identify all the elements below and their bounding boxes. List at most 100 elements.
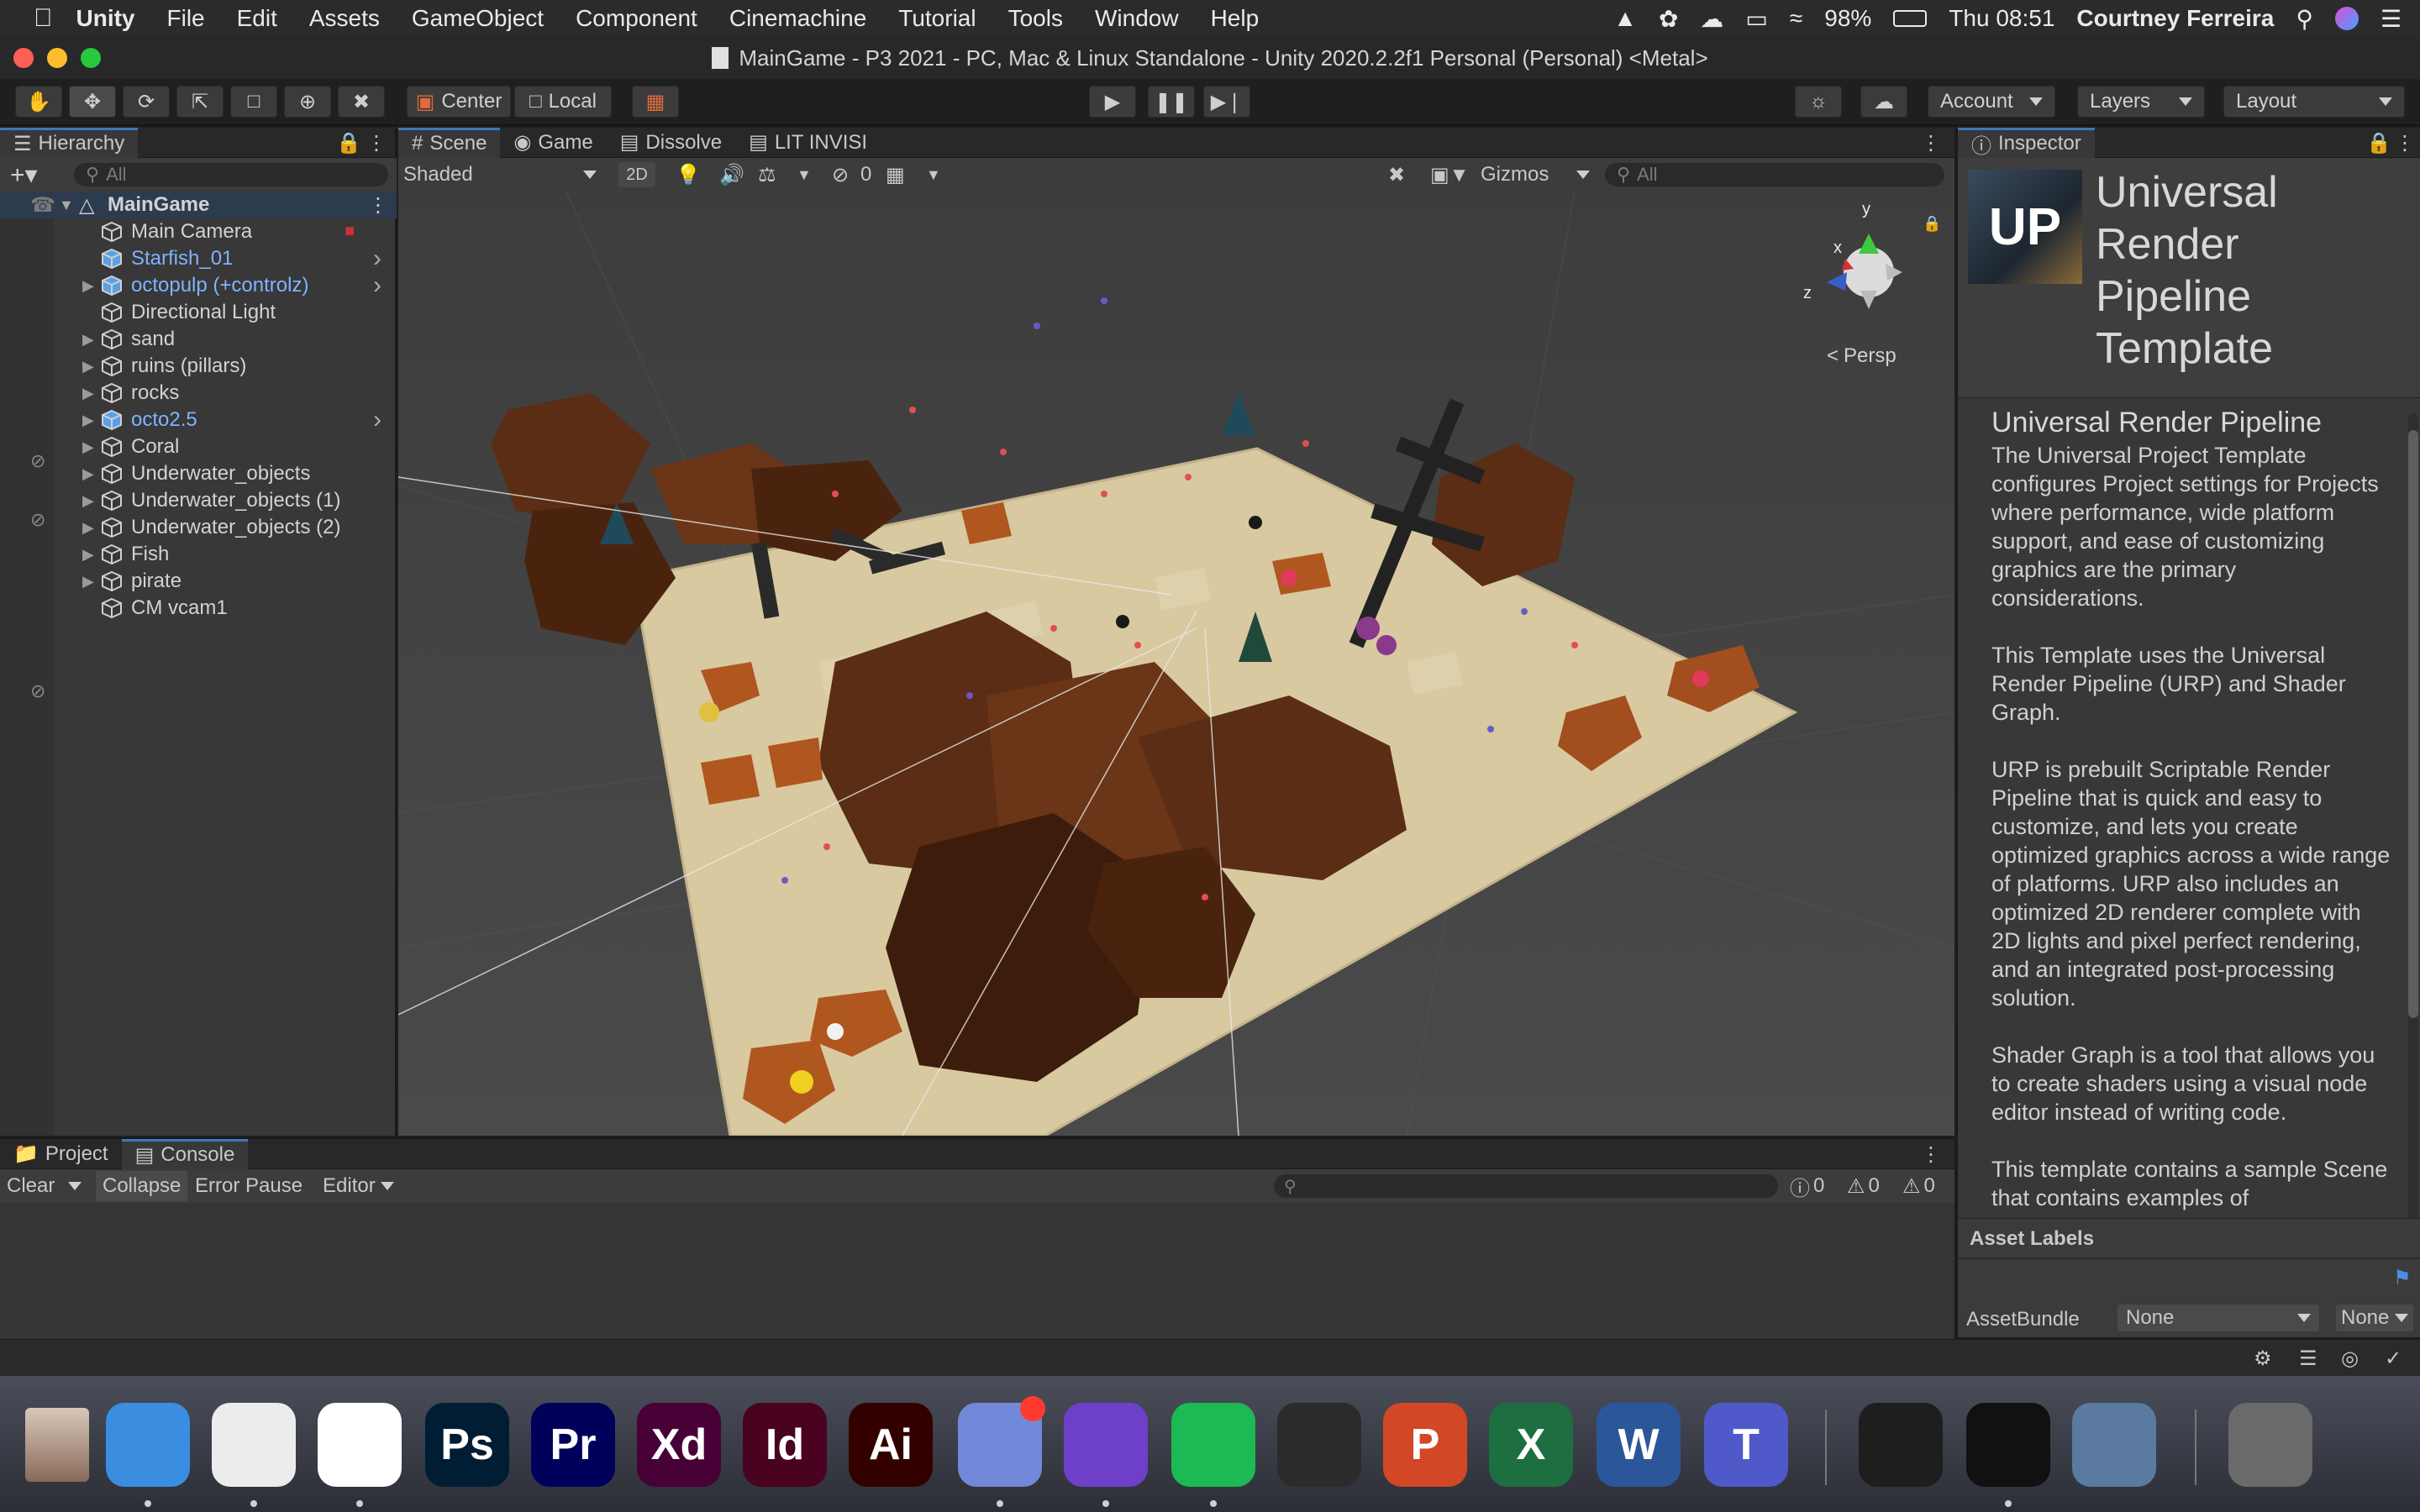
hierarchy-item[interactable]: ▶ octo2.5 › xyxy=(0,406,397,434)
expand-arrow-icon[interactable]: ▶ xyxy=(82,412,94,429)
menu-gameobject[interactable]: GameObject xyxy=(412,5,544,32)
cache-icon[interactable]: ◎ xyxy=(2341,1347,2359,1371)
info-count-toggle[interactable]: ⓘ 0 xyxy=(1790,1172,1824,1201)
menu-edit[interactable]: Edit xyxy=(237,5,277,32)
console-search-input[interactable]: ⚲ xyxy=(1274,1174,1778,1198)
dock-app-chrome-icon[interactable] xyxy=(318,1403,402,1487)
lock-icon[interactable]: 🔒 xyxy=(2366,131,2391,155)
chevron-down-icon[interactable]: ▼ xyxy=(797,166,812,184)
expand-arrow-icon[interactable]: ▶ xyxy=(82,519,94,537)
hierarchy-item[interactable]: ▶ ruins (pillars) xyxy=(0,353,397,380)
menu-component[interactable]: Component xyxy=(576,5,697,32)
tab-hierarchy[interactable]: ☰ Hierarchy xyxy=(0,127,139,158)
expand-arrow-icon[interactable]: ▶ xyxy=(82,358,94,375)
play-button[interactable]: ▶ xyxy=(1089,86,1136,118)
console-log-area[interactable] xyxy=(0,1203,1954,1339)
dock-app-blender-icon[interactable] xyxy=(1277,1403,1361,1487)
hierarchy-item[interactable]: Directional Light xyxy=(0,299,397,326)
dock-app-powerpoint-icon[interactable]: P xyxy=(1383,1403,1467,1487)
custom-tool-button[interactable]: ✖ xyxy=(338,86,385,118)
visibility-toggle-icon[interactable]: ⊘ xyxy=(30,680,45,702)
layers-dropdown[interactable]: Layers xyxy=(2077,86,2205,118)
scene-viewport[interactable]: y x z 🔒 < Persp xyxy=(398,192,1954,1136)
more-menu-icon[interactable]: ⋮ xyxy=(366,131,387,155)
dock-app-word-icon[interactable]: W xyxy=(1597,1403,1681,1487)
clear-button[interactable]: Clear xyxy=(7,1174,82,1198)
dock-app-preview-icon[interactable] xyxy=(2072,1403,2156,1487)
snap-grid-button[interactable]: ▦ xyxy=(632,86,679,118)
dock-app-illustrator-icon[interactable]: Ai xyxy=(849,1403,933,1487)
hierarchy-item[interactable]: ▶ pirate xyxy=(0,568,397,595)
hierarchy-item[interactable]: Main Camera xyxy=(0,218,397,245)
dock-app-vs-code-icon[interactable] xyxy=(1859,1403,1943,1487)
wifi-icon[interactable]: ≈ xyxy=(1790,5,1802,32)
dock-app-xd-icon[interactable]: Xd xyxy=(637,1403,721,1487)
gizmos-dropdown[interactable]: Gizmos xyxy=(1481,163,1590,186)
dock-app-photoshop-icon[interactable]: Ps xyxy=(425,1403,509,1487)
tag-icon[interactable]: ⚑ xyxy=(2393,1266,2412,1290)
expand-arrow-icon[interactable]: ▶ xyxy=(82,465,94,483)
visibility-toggle-icon[interactable]: ☎ xyxy=(30,193,55,218)
hierarchy-item[interactable]: ▶ Underwater_objects xyxy=(0,460,397,487)
prefab-open-chevron-icon[interactable]: › xyxy=(373,406,381,434)
layers-stack-icon[interactable]: ☰ xyxy=(2299,1347,2317,1371)
dock-app-spotify-icon[interactable] xyxy=(1171,1403,1255,1487)
tab-inspector[interactable]: ⓘ Inspector xyxy=(1958,127,2095,158)
menu-window[interactable]: Window xyxy=(1095,5,1179,32)
collapse-button[interactable]: Collapse xyxy=(96,1171,188,1201)
tab-game[interactable]: ◉ Game xyxy=(500,128,606,158)
visibility-toggle-icon[interactable]: ⊘ xyxy=(30,509,45,531)
account-dropdown[interactable]: Account xyxy=(1928,86,2055,118)
pivot-center-button[interactable]: ▣ Center xyxy=(407,86,511,118)
battery-icon[interactable] xyxy=(1893,10,1928,27)
creative-cloud-icon[interactable]: ✿ xyxy=(1659,5,1678,33)
move-tool-button[interactable]: ✥ xyxy=(69,86,116,118)
error-pause-button[interactable]: Error Pause xyxy=(195,1174,302,1198)
expand-arrow-icon[interactable]: ▼ xyxy=(59,197,74,214)
expand-arrow-icon[interactable]: ▶ xyxy=(82,385,94,402)
close-window-button[interactable] xyxy=(13,48,34,68)
clock[interactable]: Thu 08:51 xyxy=(1949,5,2054,32)
hierarchy-item[interactable]: ▶ sand xyxy=(0,326,397,353)
dock-app-trash-icon[interactable] xyxy=(2228,1403,2312,1487)
hierarchy-scene-row[interactable]: ☎ ▼ △ MainGame ⋮ xyxy=(0,192,397,218)
dock-app-github-desktop-icon[interactable] xyxy=(1064,1403,1148,1487)
dock-app-excel-icon[interactable]: X xyxy=(1489,1403,1573,1487)
desktop-thumbnail[interactable] xyxy=(25,1408,89,1482)
effects-icon[interactable]: ⚖ xyxy=(758,163,776,187)
tab-lit-invisi[interactable]: ▤ LIT INVISI xyxy=(735,128,881,158)
bug-icon[interactable]: ⚙ xyxy=(2254,1347,2272,1371)
sync-icon[interactable]: ☁ xyxy=(1700,5,1723,33)
lock-icon[interactable]: 🔒 xyxy=(1923,215,1941,233)
menu-help[interactable]: Help xyxy=(1211,5,1260,32)
dock-app-unity-icon[interactable] xyxy=(1966,1403,2050,1487)
hierarchy-item[interactable]: ▶ octopulp (+controlz) › xyxy=(0,271,397,300)
control-center-icon[interactable]: ☰ xyxy=(2381,5,2402,33)
hand-tool-button[interactable]: ✋ xyxy=(15,86,62,118)
hierarchy-item[interactable]: ▶ Coral xyxy=(0,433,397,460)
expand-arrow-icon[interactable]: ▶ xyxy=(82,573,94,591)
hierarchy-item[interactable]: CM vcam1 xyxy=(0,595,397,622)
check-icon[interactable]: ✓ xyxy=(2385,1347,2402,1371)
prefab-open-chevron-icon[interactable]: › xyxy=(373,244,381,273)
expand-arrow-icon[interactable]: ▶ xyxy=(82,546,94,564)
toggle-2d-button[interactable]: 2D xyxy=(618,162,655,187)
space-local-button[interactable]: □ Local xyxy=(514,86,612,118)
dock-app-teams-icon[interactable]: T xyxy=(1704,1403,1788,1487)
transform-tool-button[interactable]: ⊕ xyxy=(284,86,331,118)
hidden-objects-icon[interactable]: ⊘ xyxy=(832,163,849,187)
prefab-open-chevron-icon[interactable]: › xyxy=(373,271,381,300)
dock-app-unity-hub-icon[interactable] xyxy=(212,1403,296,1487)
menu-assets[interactable]: Assets xyxy=(309,5,380,32)
menu-tutorial[interactable]: Tutorial xyxy=(898,5,976,32)
dock-app-indesign-icon[interactable]: Id xyxy=(743,1403,827,1487)
tab-scene[interactable]: # Scene xyxy=(398,127,501,158)
tab-console[interactable]: ▤ Console xyxy=(121,1138,249,1169)
hierarchy-item[interactable]: ▶ rocks xyxy=(0,380,397,407)
tab-project[interactable]: 📁 Project xyxy=(0,1139,122,1169)
user-name[interactable]: Courtney Ferreira xyxy=(2076,5,2274,32)
hierarchy-item[interactable]: Starfish_01 › xyxy=(0,244,397,273)
asset-bundle-dropdown[interactable]: None xyxy=(2118,1305,2319,1331)
camera-icon[interactable]: ▣▼ xyxy=(1430,163,1469,187)
dock-app-finder-icon[interactable] xyxy=(106,1403,190,1487)
